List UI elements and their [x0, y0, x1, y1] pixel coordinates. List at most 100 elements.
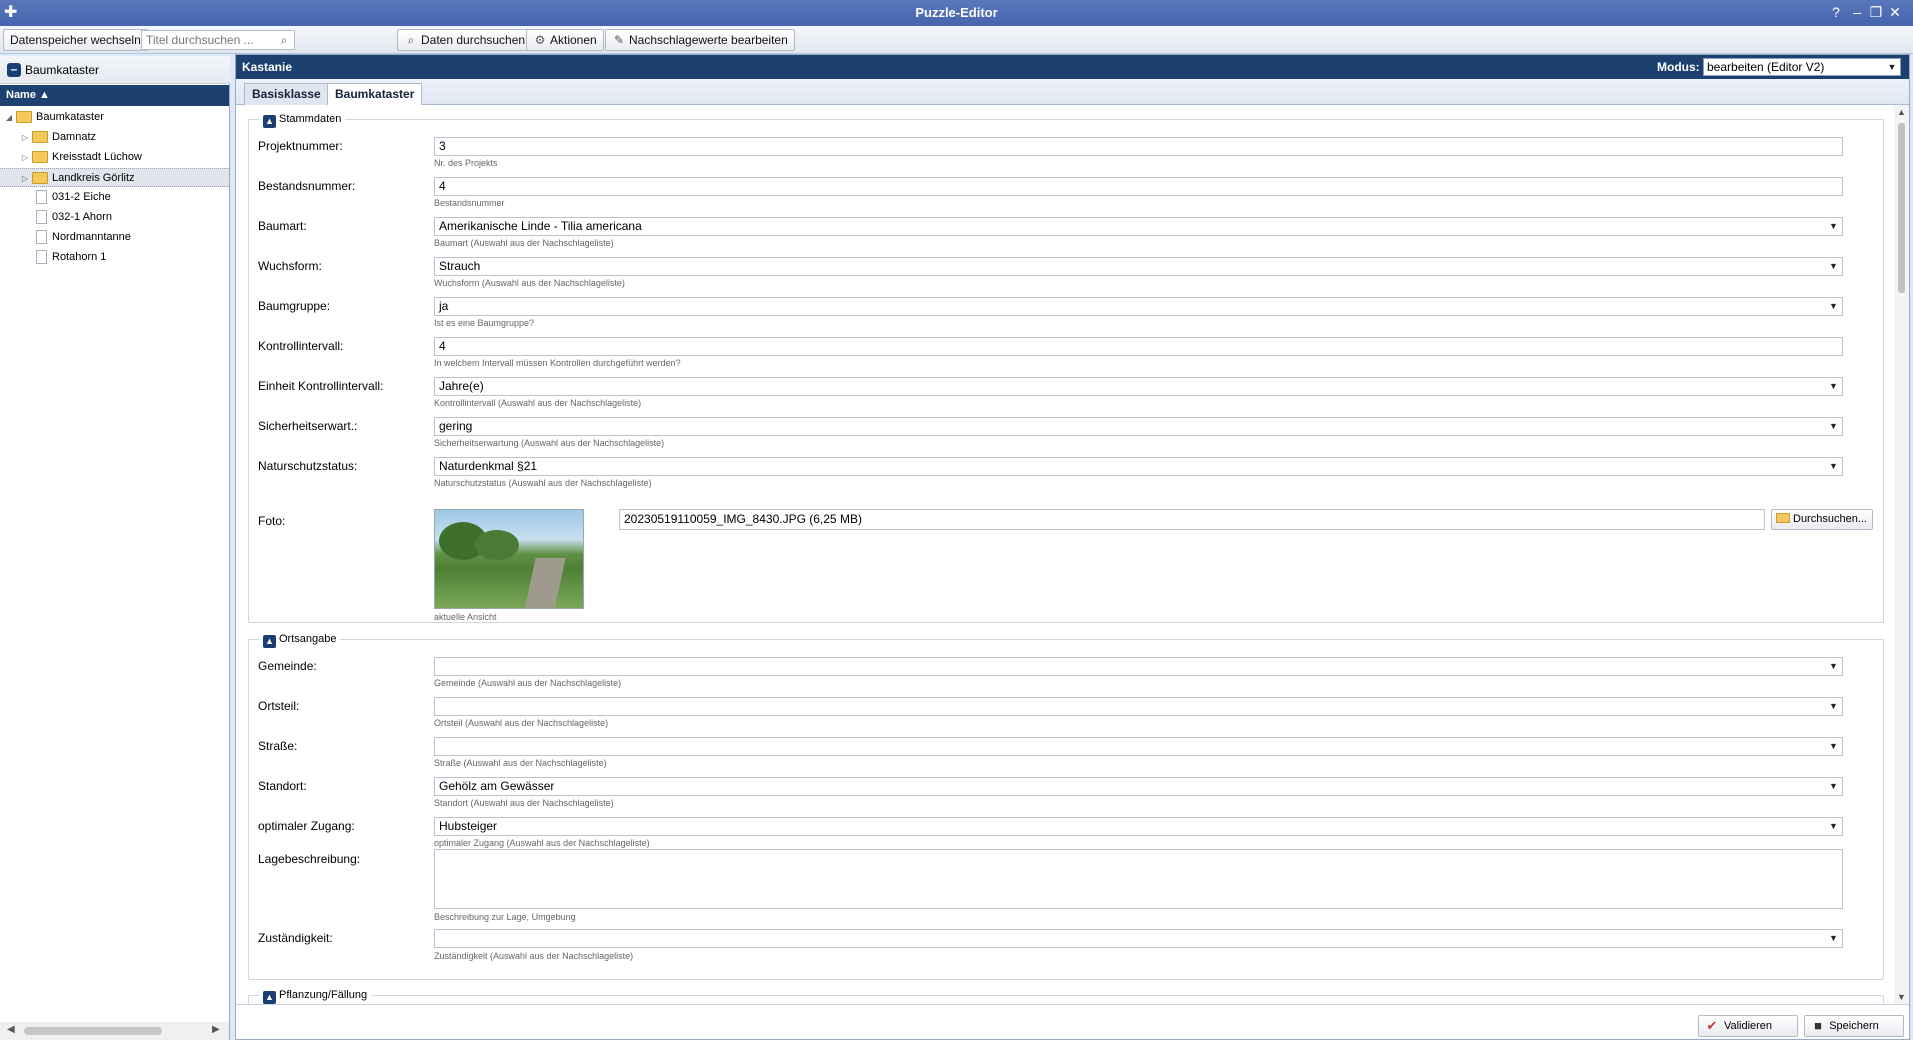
field-value: 4: [439, 339, 446, 353]
browse-button[interactable]: Durchsuchen...: [1771, 509, 1873, 530]
tree-item[interactable]: 032-1 Ahorn: [0, 208, 229, 227]
name-column-header[interactable]: Name ▲: [0, 85, 229, 106]
minimize-icon[interactable]: –: [1849, 3, 1865, 21]
field-select[interactable]: Amerikanische Linde - Tilia americana ▼: [434, 217, 1843, 236]
chevron-down-icon[interactable]: ▼: [1826, 419, 1841, 434]
field-select[interactable]: Strauch ▼: [434, 257, 1843, 276]
folder-icon: [1776, 513, 1790, 523]
field-label: Ortsteil:: [258, 699, 300, 713]
title-search-box[interactable]: ⌕: [141, 30, 295, 50]
vertical-scrollbar[interactable]: ▲ ▼: [1894, 105, 1909, 1004]
field-select[interactable]: ▼: [434, 737, 1843, 756]
chevron-down-icon[interactable]: ▼: [1826, 699, 1841, 714]
field-hint: Ortsteil (Auswahl aus der Nachschlagelis…: [434, 718, 609, 728]
field-label: Gemeinde:: [258, 659, 317, 673]
horizontal-scrollbar[interactable]: ◀ ▶: [0, 1022, 229, 1040]
actions-button[interactable]: ⚙ Aktionen: [526, 29, 604, 51]
zustaendigkeit-select[interactable]: ▼: [434, 929, 1843, 948]
collapsed-arrow-icon[interactable]: ▷: [20, 148, 30, 167]
field-input[interactable]: 3: [434, 137, 1843, 156]
search-data-label: Daten durchsuchen: [421, 33, 526, 47]
collapse-icon[interactable]: ▲: [263, 115, 276, 128]
scroll-down-icon[interactable]: ▼: [1897, 992, 1906, 1002]
field-hint: Kontrollintervall (Auswahl aus der Nachs…: [434, 398, 642, 408]
collapsed-arrow-icon[interactable]: ▷: [20, 128, 30, 147]
scrollbar-thumb[interactable]: [1898, 123, 1905, 293]
photo-thumbnail[interactable]: [434, 509, 584, 609]
chevron-down-icon[interactable]: ▼: [1826, 259, 1841, 274]
window-title: Puzzle-Editor: [915, 5, 998, 20]
folder-icon: [32, 172, 48, 184]
tab-strip: Basisklasse Baumkataster: [236, 79, 1909, 106]
tree-item[interactable]: 031-2 Eiche: [0, 188, 229, 207]
field-input[interactable]: 4: [434, 337, 1843, 356]
search-data-button[interactable]: ⌕ Daten durchsuchen: [397, 29, 533, 51]
field-value: Amerikanische Linde - Tilia americana: [439, 219, 642, 233]
field-label: optimaler Zugang:: [258, 819, 355, 833]
chevron-down-icon[interactable]: ▼: [1826, 931, 1841, 946]
section-ortsangabe-legend[interactable]: ▲ Ortsangabe: [259, 632, 341, 648]
tab-basisklasse[interactable]: Basisklasse: [244, 83, 329, 105]
tree-item[interactable]: ◢ Baumkataster: [0, 108, 229, 127]
record-title: Kastanie: [242, 60, 293, 74]
chevron-down-icon[interactable]: ▼: [1826, 779, 1841, 794]
section-pflanzung-legend[interactable]: ▲ Pflanzung/Fällung: [259, 988, 372, 1004]
field-label: Foto:: [258, 514, 286, 528]
chevron-down-icon[interactable]: ▼: [1826, 299, 1841, 314]
collapse-icon[interactable]: –: [7, 63, 21, 77]
chevron-down-icon[interactable]: ▼: [1826, 659, 1841, 674]
field-hint: Bestandsnummer: [434, 198, 505, 208]
main-toolbar: Datenspeicher wechseln ⌕ ⌕ Daten durchsuc…: [0, 26, 1913, 54]
chevron-down-icon[interactable]: ▼: [1826, 459, 1841, 474]
tree-item[interactable]: ▷ Kreisstadt Lüchow: [0, 148, 229, 167]
section-stammdaten-legend[interactable]: ▲ Stammdaten: [259, 112, 346, 128]
collapse-icon[interactable]: ▲: [263, 991, 276, 1004]
scroll-left-icon[interactable]: ◀: [7, 1024, 15, 1035]
close-icon[interactable]: ✕: [1887, 3, 1903, 21]
field-select[interactable]: ▼: [434, 657, 1843, 676]
field-select[interactable]: Gehölz am Gewässer ▼: [434, 777, 1843, 796]
field-hint: Naturschutzstatus (Auswahl aus der Nachs…: [434, 478, 652, 488]
chevron-down-icon[interactable]: ▼: [1826, 379, 1841, 394]
search-icon[interactable]: ⌕: [276, 31, 292, 49]
collapse-icon[interactable]: ▲: [263, 635, 276, 648]
edit-lookup-button[interactable]: ✎ Nachschlagewerte bearbeiten: [605, 29, 795, 51]
chevron-down-icon[interactable]: ▼: [1826, 739, 1841, 754]
switch-store-label: Datenspeicher wechseln: [10, 33, 141, 47]
field-input[interactable]: 4: [434, 177, 1843, 196]
help-icon[interactable]: ?: [1828, 3, 1844, 21]
mode-select[interactable]: bearbeiten (Editor V2) ▼: [1703, 58, 1901, 76]
field-select[interactable]: Jahre(e) ▼: [434, 377, 1843, 396]
collapsed-arrow-icon[interactable]: ▷: [20, 169, 30, 188]
field-hint: Beschreibung zur Lage, Umgebung: [434, 912, 576, 922]
title-search-input[interactable]: [142, 31, 274, 49]
restore-icon[interactable]: ❐: [1868, 3, 1884, 21]
tree-item[interactable]: ▷ Landkreis Görlitz: [0, 168, 229, 187]
field-select[interactable]: ja ▼: [434, 297, 1843, 316]
lagebeschreibung-textarea[interactable]: [434, 849, 1843, 909]
scroll-right-icon[interactable]: ▶: [212, 1024, 220, 1035]
tree-item[interactable]: ▷ Damnatz: [0, 128, 229, 147]
tab-baumkataster[interactable]: Baumkataster: [327, 83, 423, 106]
field-select[interactable]: gering ▼: [434, 417, 1843, 436]
tree-item-label: 032-1 Ahorn: [52, 211, 112, 223]
photo-filename-field[interactable]: 20230519110059_IMG_8430.JPG (6,25 MB): [619, 509, 1765, 530]
pencil-icon: ✎: [613, 33, 625, 47]
field-select[interactable]: Naturdenkmal §21 ▼: [434, 457, 1843, 476]
save-button[interactable]: ■ Speichern: [1804, 1015, 1904, 1037]
switch-store-button[interactable]: Datenspeicher wechseln: [3, 29, 148, 51]
folder-icon: [32, 131, 48, 143]
validate-button[interactable]: ✔ Validieren: [1698, 1015, 1798, 1037]
section-stammdaten-title: Stammdaten: [279, 113, 342, 125]
expanded-arrow-icon[interactable]: ◢: [4, 108, 14, 127]
tree-item[interactable]: Rotahorn 1: [0, 248, 229, 267]
chevron-down-icon[interactable]: ▼: [1884, 59, 1900, 75]
folder-icon: [32, 151, 48, 163]
chevron-down-icon[interactable]: ▼: [1826, 219, 1841, 234]
tree-item[interactable]: Nordmanntanne: [0, 228, 229, 247]
scrollbar-thumb[interactable]: [24, 1027, 162, 1035]
chevron-down-icon[interactable]: ▼: [1826, 819, 1841, 834]
field-select[interactable]: Hubsteiger ▼: [434, 817, 1843, 836]
field-select[interactable]: ▼: [434, 697, 1843, 716]
scroll-up-icon[interactable]: ▲: [1897, 107, 1906, 117]
